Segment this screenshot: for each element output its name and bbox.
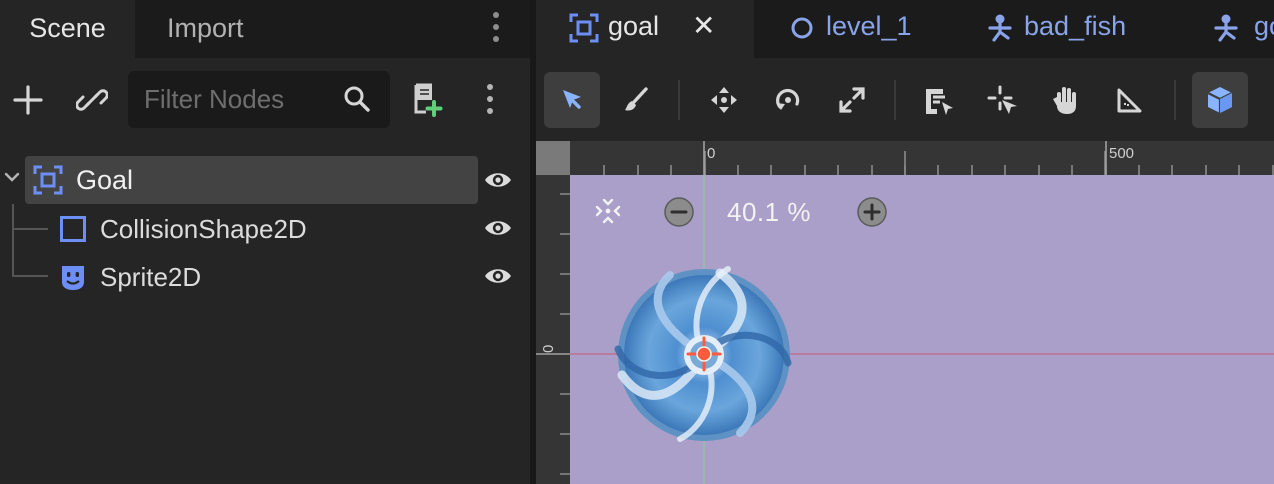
move-arrows-icon [711,87,737,113]
attach-script-icon[interactable] [410,82,444,118]
tree-item-goal[interactable]: Goal [0,150,530,204]
zoom-level-label[interactable]: 40.1 % [727,197,811,228]
tab-bad-fish-label: bad_fish [1024,11,1127,41]
pan-mode-button[interactable] [1038,72,1094,128]
ruler-icon [1117,88,1142,113]
collapse-arrow-icon[interactable] [3,171,21,185]
tab-goal[interactable]: goal ✕ [536,0,754,58]
ruler-ticks [603,141,1274,175]
rotate-mode-button[interactable] [760,72,816,128]
pivot-gizmo-icon[interactable] [686,336,722,372]
scene-dock: Scene Import Filter Nodes Goal Collision… [0,0,530,484]
character-body-icon [1214,14,1238,42]
list-select-icon [926,89,953,115]
group-lock-button[interactable] [1192,72,1248,128]
2d-viewport[interactable] [570,175,1274,484]
ruler-label-0: 0 [707,145,716,162]
dock-tab-bar: Scene Import [0,0,530,58]
ruler-label-0-vertical: 0 [540,344,557,353]
area2d-icon [33,165,63,195]
scale-icon [839,87,865,113]
area2d-icon [569,13,599,43]
ruler-corner[interactable] [536,141,570,175]
select-mode-button[interactable] [544,72,600,128]
tree-label-collisionshape2d: CollisionShape2D [100,214,307,244]
instance-scene-icon[interactable] [76,84,108,116]
tab-level-1[interactable]: level_1 [754,0,940,58]
cube-icon [1207,87,1233,113]
canvas-editor: goal ✕ level_1 bad_fish g 0 500 0 [536,0,1274,484]
scene-menu-icon[interactable] [486,84,494,114]
tree-item-collisionshape2d[interactable]: CollisionShape2D [0,204,530,252]
select-cursor-icon [563,90,581,109]
smart-snap-button[interactable] [974,72,1030,128]
toolbar-separator [678,80,680,120]
visibility-eye-icon[interactable] [483,168,513,192]
tab-goal-label: goal [608,11,660,41]
pivot-cursor-icon [987,85,1017,114]
tree-label-sprite2d: Sprite2D [100,262,202,292]
ruler-label-500: 500 [1109,145,1135,162]
toolbar-separator [894,80,896,120]
tab-bad-fish[interactable]: bad_fish [986,0,1186,58]
ruler-ticks [536,193,570,475]
tab-level-1-label: level_1 [826,11,912,41]
collision-shape-icon [60,216,86,242]
add-node-icon[interactable] [12,84,44,116]
visibility-eye-icon[interactable] [483,216,513,240]
search-icon [344,86,370,112]
list-select-button[interactable] [910,72,966,128]
tab-import[interactable]: Import [167,0,244,58]
tree-item-sprite2d[interactable]: Sprite2D [0,252,530,300]
dock-menu-icon[interactable] [492,12,500,42]
toolbar-separator [1174,80,1176,120]
tab-go-label: go [1254,11,1274,41]
tab-scene[interactable]: Scene [0,0,135,58]
filter-nodes-input[interactable] [144,83,334,115]
close-tab-icon[interactable]: ✕ [692,9,715,42]
hand-icon [1053,87,1076,114]
node2d-circle-icon [791,17,813,39]
canvas-toolbar [536,58,1274,141]
visibility-eye-icon[interactable] [483,264,513,288]
rotate-icon [776,88,800,110]
ruler-mode-button[interactable] [1102,72,1158,128]
brush-icon [625,87,648,111]
godot-editor: Scene Import Filter Nodes Goal Collision… [0,0,1274,484]
tree-label-goal: Goal [76,165,134,195]
scene-tab-bar: goal ✕ level_1 bad_fish g [536,0,1274,58]
zoom-in-icon[interactable] [856,196,888,228]
zoom-out-icon[interactable] [663,196,695,228]
sprite2d-icon [62,266,84,290]
paint-mode-button[interactable] [608,72,664,128]
center-view-icon[interactable] [593,196,623,226]
horizontal-ruler[interactable]: 0 500 [570,141,1274,175]
tab-go[interactable]: go [1200,0,1274,58]
move-mode-button[interactable] [696,72,752,128]
vertical-ruler[interactable]: 0 [536,175,570,484]
filter-nodes-field [128,71,390,128]
character-body-icon [988,14,1012,42]
scale-mode-button[interactable] [824,72,880,128]
